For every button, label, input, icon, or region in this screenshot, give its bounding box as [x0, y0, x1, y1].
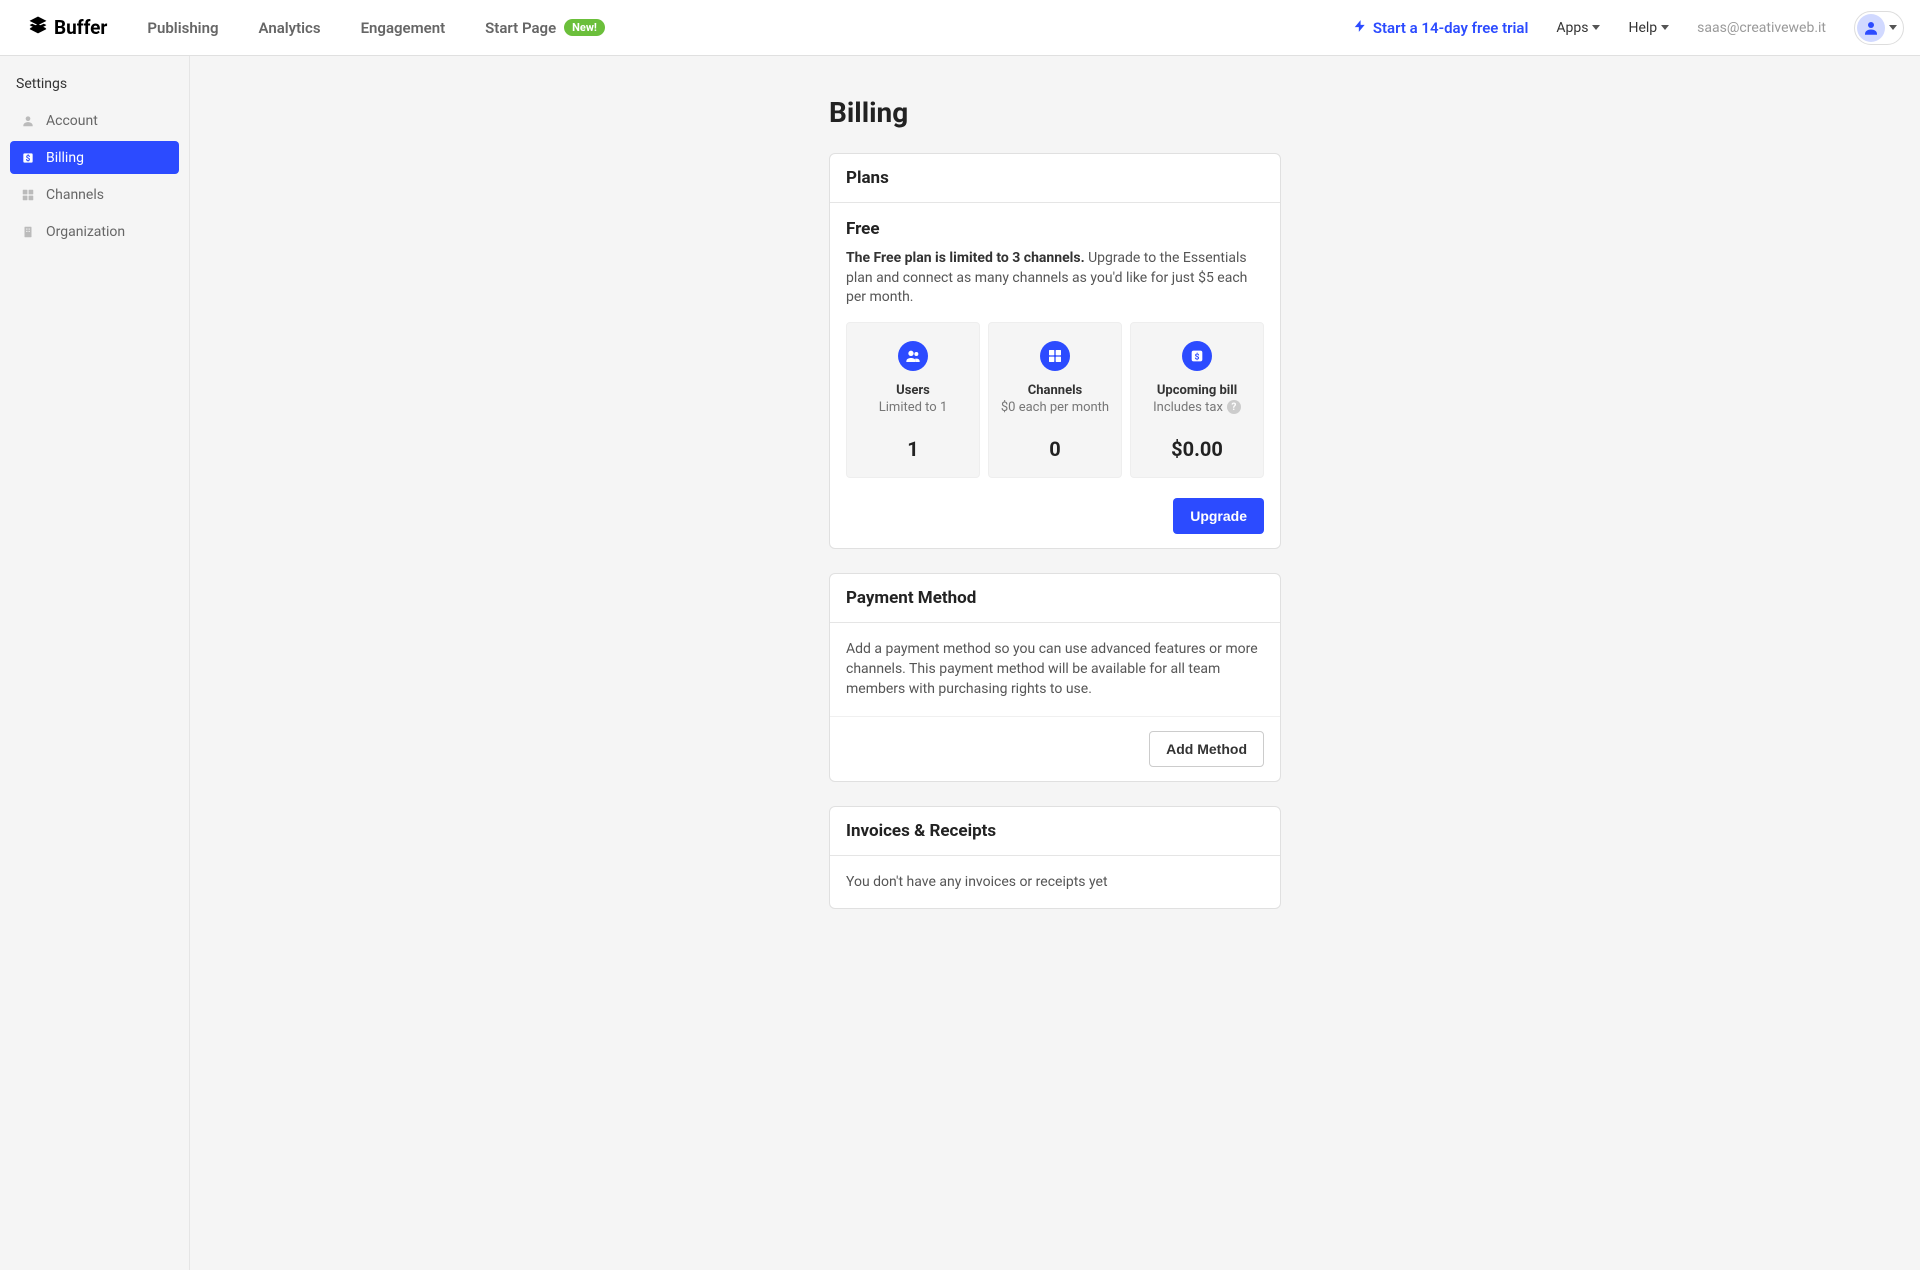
plans-card: Plans Free The Free plan is limited to 3…: [829, 153, 1281, 549]
stat-sub-text: Includes tax: [1153, 400, 1223, 415]
plan-name: Free: [846, 219, 1264, 239]
bill-icon: $: [1182, 341, 1212, 371]
sidebar-item-organization[interactable]: Organization: [10, 215, 179, 248]
new-badge: New!: [564, 19, 605, 36]
sidebar-item-label: Channels: [46, 187, 104, 203]
nav-analytics[interactable]: Analytics: [259, 19, 321, 37]
nav-publishing[interactable]: Publishing: [147, 19, 218, 37]
person-icon: [20, 113, 36, 129]
building-icon: [20, 224, 36, 240]
help-label: Help: [1628, 20, 1657, 36]
account-menu[interactable]: [1854, 11, 1904, 45]
stat-value: $0.00: [1139, 437, 1255, 461]
sidebar-item-label: Billing: [46, 150, 84, 166]
sidebar-item-label: Account: [46, 113, 98, 129]
apps-menu[interactable]: Apps: [1556, 20, 1600, 36]
svg-text:$: $: [26, 153, 31, 163]
nav-label: Engagement: [361, 19, 446, 37]
main-content: Billing Plans Free The Free plan is limi…: [190, 56, 1920, 1270]
sidebar-item-account[interactable]: Account: [10, 104, 179, 137]
nav-label: Publishing: [147, 19, 218, 37]
invoices-card: Invoices & Receipts You don't have any i…: [829, 806, 1281, 909]
payment-body-text: Add a payment method so you can use adva…: [846, 639, 1264, 700]
invoices-body-text: You don't have any invoices or receipts …: [846, 872, 1264, 892]
plans-card-title: Plans: [830, 154, 1280, 203]
stat-title: Users: [855, 383, 971, 398]
plan-description-bold: The Free plan is limited to 3 channels.: [846, 250, 1085, 266]
stat-value: 1: [855, 437, 971, 461]
stat-subtitle: Includes tax ?: [1139, 400, 1255, 415]
stat-subtitle: Limited to 1: [855, 400, 971, 415]
bolt-icon: [1353, 19, 1367, 37]
header-right: Start a 14-day free trial Apps Help saas…: [1353, 11, 1904, 45]
stat-upcoming-bill: $ Upcoming bill Includes tax ? $0.00: [1130, 322, 1264, 478]
caret-down-icon: [1889, 25, 1897, 30]
buffer-logo-icon: [28, 15, 54, 40]
stat-users: Users Limited to 1 1: [846, 322, 980, 478]
settings-sidebar: Settings Account $ Billing Channels Orga…: [0, 56, 190, 1270]
nav-engagement[interactable]: Engagement: [361, 19, 446, 37]
plan-description: The Free plan is limited to 3 channels. …: [846, 249, 1264, 308]
plan-stats: Users Limited to 1 1 Channels $0 each pe…: [846, 322, 1264, 478]
invoices-card-title: Invoices & Receipts: [830, 807, 1280, 856]
brand-logo[interactable]: Buffer: [28, 15, 107, 40]
page-title: Billing: [829, 96, 1281, 129]
help-menu[interactable]: Help: [1628, 20, 1669, 36]
caret-down-icon: [1661, 25, 1669, 30]
nav-label: Start Page: [485, 19, 556, 37]
stat-channels: Channels $0 each per month 0: [988, 322, 1122, 478]
stat-value: 0: [997, 437, 1113, 461]
brand-name: Buffer: [54, 16, 107, 39]
sidebar-title: Settings: [10, 72, 179, 104]
svg-text:$: $: [1195, 351, 1200, 362]
avatar: [1857, 14, 1885, 42]
primary-nav: Publishing Analytics Engagement Start Pa…: [147, 19, 605, 37]
nav-label: Analytics: [259, 19, 321, 37]
sidebar-item-channels[interactable]: Channels: [10, 178, 179, 211]
stat-title: Channels: [997, 383, 1113, 398]
trial-label: Start a 14-day free trial: [1373, 19, 1529, 37]
sidebar-item-billing[interactable]: $ Billing: [10, 141, 179, 174]
channels-icon: [1040, 341, 1070, 371]
grid-icon: [20, 187, 36, 203]
payment-method-card: Payment Method Add a payment method so y…: [829, 573, 1281, 782]
payment-card-title: Payment Method: [830, 574, 1280, 623]
stat-title: Upcoming bill: [1139, 383, 1255, 398]
account-email: saas@creativeweb.it: [1697, 20, 1826, 36]
top-header: Buffer Publishing Analytics Engagement S…: [0, 0, 1920, 56]
nav-start-page[interactable]: Start Page New!: [485, 19, 605, 37]
apps-label: Apps: [1556, 20, 1588, 36]
users-icon: [898, 341, 928, 371]
dollar-icon: $: [20, 150, 36, 166]
upgrade-button[interactable]: Upgrade: [1173, 498, 1264, 534]
stat-subtitle: $0 each per month: [997, 400, 1113, 415]
help-icon[interactable]: ?: [1227, 400, 1241, 414]
start-trial-link[interactable]: Start a 14-day free trial: [1353, 19, 1529, 37]
sidebar-item-label: Organization: [46, 224, 125, 240]
caret-down-icon: [1592, 25, 1600, 30]
add-method-button[interactable]: Add Method: [1149, 731, 1264, 767]
